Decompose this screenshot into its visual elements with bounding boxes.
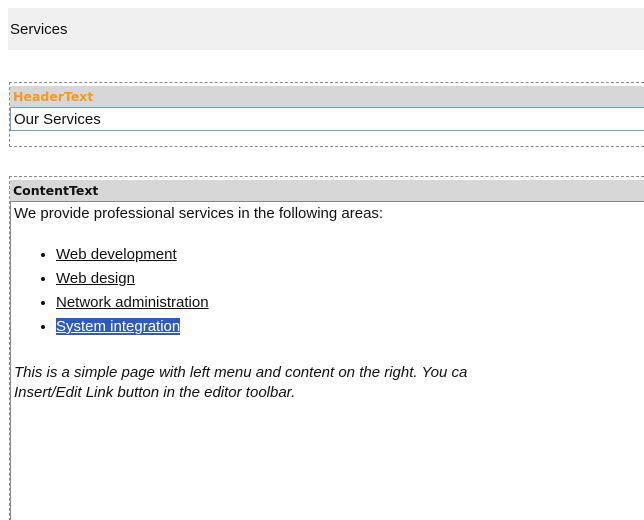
link-network-administration[interactable]: Network administration [56,294,209,311]
list-item: Network administration [56,291,644,315]
page-title: Services [10,20,68,38]
services-list: Web development Web design Network admin… [14,243,644,339]
note-text: This is a simple page with left menu and… [14,363,644,403]
note-line-2: Insert/Edit Link button in the editor to… [14,384,296,401]
intro-text: We provide professional services in the … [14,205,384,222]
list-item: Web design [56,267,644,291]
list-item: System integration [56,315,644,339]
header-text-section: HeaderText [9,82,644,147]
editor-page: Services HeaderText ContentText We provi… [0,0,644,520]
link-system-integration[interactable]: System integration [56,318,181,335]
link-web-design[interactable]: Web design [56,270,135,287]
content-text-section: ContentText We provide professional serv… [9,176,644,520]
list-item: Web development [56,243,644,267]
header-text-input[interactable] [10,107,644,131]
content-editor[interactable]: We provide professional services in the … [10,201,644,520]
note-line-1: This is a simple page with left menu and… [14,364,468,381]
page-title-bar: Services [8,8,644,50]
content-text-label: ContentText [10,180,644,201]
link-web-development[interactable]: Web development [56,246,177,263]
header-text-label: HeaderText [10,86,644,107]
